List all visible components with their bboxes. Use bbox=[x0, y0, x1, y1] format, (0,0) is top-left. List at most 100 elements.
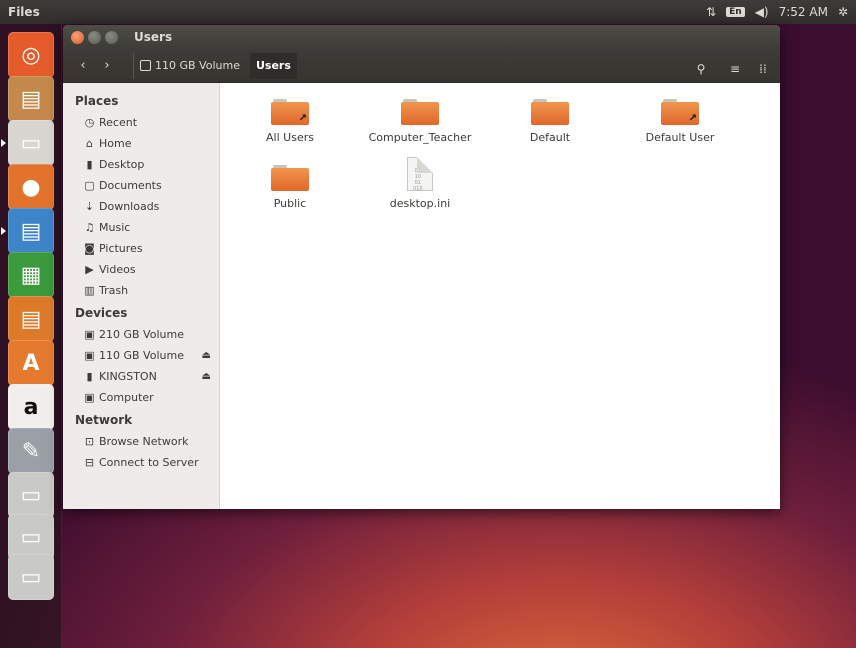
sidebar-item-desktop[interactable]: ▮ Desktop bbox=[63, 154, 219, 175]
writer-icon: ▤ bbox=[20, 218, 42, 244]
sidebar-item-recent[interactable]: ◷ Recent bbox=[63, 112, 219, 133]
launcher-firefox-button[interactable]: ● bbox=[8, 164, 54, 210]
file-item[interactable]: Default bbox=[495, 99, 605, 144]
link-arrow-icon: ↗ bbox=[688, 113, 697, 124]
eject-icon[interactable]: ⏏ bbox=[202, 371, 211, 382]
file-name: Default User bbox=[645, 131, 715, 144]
file-item[interactable]: ↗ Default User bbox=[625, 99, 735, 144]
volume-icon[interactable]: ◀) bbox=[755, 5, 769, 19]
file-view[interactable]: ↗ All Users Computer_Teacher Default ↗ Defaul… bbox=[220, 83, 780, 509]
sidebar-item-label: KINGSTON bbox=[99, 370, 157, 383]
sidebar-item-label: Videos bbox=[99, 263, 136, 276]
pictures-icon: ◙ bbox=[84, 242, 95, 255]
network-indicator-icon[interactable]: ⇅ bbox=[706, 5, 716, 19]
scanner-icon: ▤ bbox=[20, 86, 42, 112]
sidebar-item-label: Recent bbox=[99, 116, 138, 129]
drive-icon: ▣ bbox=[84, 328, 95, 341]
eject-icon[interactable]: ⏏ bbox=[202, 350, 211, 361]
usb-icon: ▮ bbox=[86, 370, 93, 383]
sidebar-device-210-gb-volume[interactable]: ▣ 210 GB Volume bbox=[63, 324, 219, 345]
title-bar[interactable]: Users bbox=[63, 25, 780, 49]
file-manager-window: Users ‹ › 110 GB Volume Users ⚲ ≡ ⁞⁞ Pla… bbox=[63, 25, 780, 509]
running-indicator bbox=[1, 227, 6, 235]
sidebar-device-computer[interactable]: ▣ Computer bbox=[63, 387, 219, 408]
network-heading: Network bbox=[75, 413, 133, 427]
drive-icon: ▣ bbox=[84, 349, 95, 362]
sidebar-network-connect-to-server[interactable]: ⊟ Connect to Server bbox=[63, 452, 219, 473]
launcher-settings-button[interactable]: ✎ bbox=[8, 428, 54, 474]
drive-icon bbox=[140, 60, 151, 71]
clock[interactable]: 7:52 AM bbox=[779, 5, 828, 19]
sidebar-item-downloads[interactable]: ⇣ Downloads bbox=[63, 196, 219, 217]
breadcrumb-volume[interactable]: 110 GB Volume bbox=[133, 52, 246, 79]
launcher-calc-button[interactable]: ▦ bbox=[8, 252, 54, 298]
launcher-amazon-button[interactable]: a bbox=[8, 384, 54, 430]
sidebar-item-label: Connect to Server bbox=[99, 456, 199, 469]
sidebar-item-label: Browse Network bbox=[99, 435, 189, 448]
minimize-window-button[interactable] bbox=[88, 30, 101, 44]
folder-icon: ↗ bbox=[661, 99, 699, 125]
launcher-drive-button[interactable]: ▭ bbox=[8, 472, 54, 518]
back-button[interactable]: ‹ bbox=[71, 54, 95, 78]
videos-icon: ▶ bbox=[85, 263, 94, 276]
launcher-scanner-button[interactable]: ▤ bbox=[8, 76, 54, 122]
usb-drive-icon: ▭ bbox=[20, 564, 42, 590]
grid-icon: ⁞⁞ bbox=[759, 62, 767, 76]
folder-icon bbox=[401, 99, 439, 125]
document-icon: 01 10 01 010 bbox=[407, 157, 433, 192]
file-name: Public bbox=[273, 197, 307, 210]
file-item[interactable]: 01 10 01 010 desktop.ini bbox=[365, 157, 475, 210]
list-view-button[interactable]: ≡ bbox=[722, 57, 748, 81]
amazon-icon: a bbox=[23, 394, 39, 420]
folder-icon bbox=[271, 165, 309, 191]
close-window-button[interactable] bbox=[71, 30, 84, 44]
window-title: Users bbox=[134, 30, 173, 44]
file-name: All Users bbox=[266, 131, 314, 144]
keyboard-layout-indicator[interactable]: En bbox=[726, 7, 745, 17]
sidebar-item-label: Downloads bbox=[99, 200, 160, 213]
sidebar-item-label: Pictures bbox=[99, 242, 143, 255]
trash-icon: ▥ bbox=[84, 284, 95, 297]
sidebar-item-label: Music bbox=[99, 221, 131, 234]
files-icon: ▭ bbox=[20, 130, 42, 156]
link-arrow-icon: ↗ bbox=[298, 113, 307, 124]
search-button[interactable]: ⚲ bbox=[688, 57, 714, 81]
impress-icon: ▤ bbox=[20, 306, 42, 332]
launcher-writer-button[interactable]: ▤ bbox=[8, 208, 54, 254]
launcher: ◎ ▤ ▭ ● ▤ ▦ ▤ Aa ✎ ▭ ▭ ▭ bbox=[0, 24, 62, 648]
firefox-icon: ● bbox=[21, 174, 41, 200]
settings-icon: ✎ bbox=[21, 438, 41, 464]
forward-button[interactable]: › bbox=[95, 54, 119, 78]
gear-icon[interactable]: ✲ bbox=[838, 5, 848, 19]
home-icon: ⌂ bbox=[86, 137, 93, 150]
launcher-ubuntu-dash-button[interactable]: ◎ bbox=[8, 32, 54, 78]
sidebar-item-music[interactable]: ♫ Music bbox=[63, 217, 219, 238]
sidebar-item-videos[interactable]: ▶ Videos bbox=[63, 259, 219, 280]
sidebar-item-label: Desktop bbox=[99, 158, 145, 171]
running-indicator bbox=[1, 139, 6, 147]
grid-view-button[interactable]: ⁞⁞ bbox=[750, 57, 776, 81]
sidebar-device-kingston[interactable]: ▮ KINGSTON ⏏ bbox=[63, 366, 219, 387]
launcher-files-button[interactable]: ▭ bbox=[8, 120, 54, 166]
places-heading: Places bbox=[75, 94, 119, 108]
sidebar: Places ◷ Recent ⌂ Home ▮ Desktop ▢ Documents ⇣ Do… bbox=[63, 83, 220, 509]
file-item[interactable]: Computer_Teacher bbox=[365, 99, 475, 144]
sidebar-item-trash[interactable]: ▥ Trash bbox=[63, 280, 219, 301]
clock-icon: ◷ bbox=[84, 116, 95, 129]
top-panel: Files ⇅ En ◀) 7:52 AM ✲ bbox=[0, 0, 856, 24]
launcher-impress-button[interactable]: ▤ bbox=[8, 296, 54, 342]
breadcrumb-volume-label: 110 GB Volume bbox=[155, 59, 240, 72]
downloads-icon: ⇣ bbox=[84, 200, 95, 213]
sidebar-network-browse-network[interactable]: ⊡ Browse Network bbox=[63, 431, 219, 452]
breadcrumb-current[interactable]: Users bbox=[249, 52, 297, 79]
file-item[interactable]: ↗ All Users bbox=[235, 99, 345, 144]
sidebar-device-110-gb-volume[interactable]: ▣ 110 GB Volume ⏏ bbox=[63, 345, 219, 366]
sidebar-item-home[interactable]: ⌂ Home bbox=[63, 133, 219, 154]
sidebar-item-documents[interactable]: ▢ Documents bbox=[63, 175, 219, 196]
sidebar-item-label: 210 GB Volume bbox=[99, 328, 184, 341]
launcher-usb-drive-button[interactable]: ▭ bbox=[8, 554, 54, 600]
sidebar-item-pictures[interactable]: ◙ Pictures bbox=[63, 238, 219, 259]
launcher-software-center-button[interactable]: A bbox=[8, 340, 54, 386]
maximize-window-button[interactable] bbox=[105, 30, 118, 44]
file-item[interactable]: Public bbox=[235, 165, 345, 210]
